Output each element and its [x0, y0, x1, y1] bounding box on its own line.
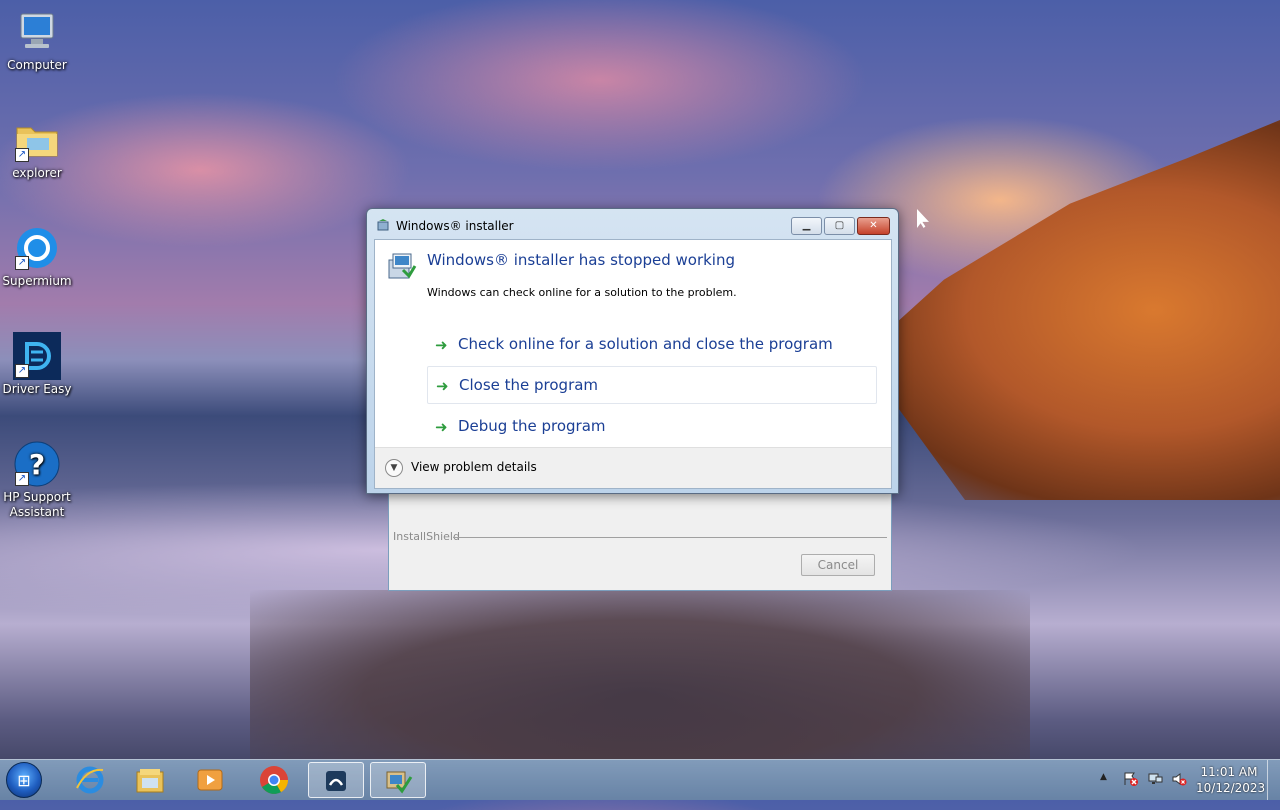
action-center-alert-icon[interactable] [1122, 771, 1140, 789]
computer-icon [13, 8, 61, 56]
cancel-button[interactable]: Cancel [801, 554, 875, 576]
taskbar-file-explorer[interactable] [122, 762, 178, 798]
option-debug-program[interactable]: ➜ Debug the program [427, 408, 877, 446]
folder-icon: ↗ [13, 116, 61, 164]
internet-explorer-icon [76, 766, 104, 794]
wallpaper-shore [250, 590, 1030, 760]
clock-time: 11:01 AM [1200, 765, 1258, 779]
show-hidden-icons-icon[interactable]: ▲ [1100, 772, 1107, 782]
option-close-program[interactable]: ➜ Close the program [427, 366, 877, 404]
details-bar: ▼ View problem details [375, 447, 891, 488]
driver-easy-icon: ↗ [13, 332, 61, 380]
shortcut-arrow-icon: ↗ [15, 364, 29, 378]
installshield-window: InstallShield Cancel [388, 488, 892, 591]
dialog-content: Windows® installer has stopped working W… [374, 239, 892, 489]
wallpaper-rocks [860, 120, 1280, 500]
dialog-titlebar[interactable]: Windows® installer ▁ ▢ ✕ [367, 209, 898, 239]
volume-muted-icon[interactable] [1170, 771, 1188, 789]
installer-app-icon [326, 771, 346, 791]
desktop-icon-label: Driver Easy [2, 382, 72, 396]
option-label: Close the program [459, 376, 599, 394]
start-button[interactable]: ⊞ [6, 762, 42, 798]
installshield-label: InstallShield [393, 530, 460, 543]
svg-text:?: ? [29, 448, 45, 481]
green-arrow-icon: ➜ [436, 377, 449, 395]
shortcut-arrow-icon: ↗ [15, 148, 29, 162]
option-label: Debug the program [458, 417, 606, 435]
chrome-icon [260, 766, 288, 794]
taskbar-internet-explorer[interactable] [62, 762, 118, 798]
dialog-subtext: Windows can check online for a solution … [427, 286, 737, 299]
help-icon: ? ↗ [13, 440, 61, 488]
browser-icon: ↗ [13, 224, 61, 272]
shortcut-arrow-icon: ↗ [15, 256, 29, 270]
media-player-icon [197, 769, 223, 791]
desktop-icon-driver-easy[interactable]: ↗ Driver Easy [0, 332, 74, 397]
dialog-title: Windows® installer [396, 219, 514, 233]
windows-installer-icon [386, 771, 413, 794]
error-dialog: Windows® installer ▁ ▢ ✕ Windows® instal… [366, 208, 899, 494]
chevron-down-icon[interactable]: ▼ [385, 459, 403, 477]
green-arrow-icon: ➜ [435, 418, 448, 436]
file-explorer-icon [136, 769, 164, 793]
minimize-button[interactable]: ▁ [791, 217, 822, 235]
installer-icon [376, 218, 390, 232]
desktop-icon-hp-support[interactable]: ? ↗ HP Support Assistant [0, 440, 74, 520]
desktop-icon-label: Computer [7, 58, 67, 72]
desktop-icon-label: HP Support Assistant [3, 490, 71, 519]
desktop-icon-label: explorer [12, 166, 62, 180]
desktop-icon-explorer[interactable]: ↗ explorer [0, 116, 74, 181]
green-arrow-icon: ➜ [435, 336, 448, 354]
desktop-icon-supermium[interactable]: ↗ Supermium [0, 224, 74, 289]
show-desktop-button[interactable] [1267, 760, 1280, 800]
option-label: Check online for a solution and close th… [458, 335, 833, 353]
taskbar-chrome[interactable] [246, 762, 302, 798]
taskbar-media-player[interactable] [182, 762, 238, 798]
network-icon[interactable] [1146, 771, 1164, 789]
shortcut-arrow-icon: ↗ [15, 472, 29, 486]
view-problem-details-link[interactable]: View problem details [411, 460, 537, 474]
installshield-divider [453, 537, 887, 538]
mouse-cursor-icon [917, 209, 929, 228]
maximize-button[interactable]: ▢ [824, 217, 855, 235]
dialog-heading: Windows® installer has stopped working [427, 251, 735, 269]
clock-date: 10/12/2023 [1196, 781, 1266, 795]
system-clock[interactable]: 11:01 AM 10/12/2023 [1196, 764, 1266, 796]
taskbar-windows-installer[interactable] [370, 762, 426, 798]
desktop-icon-computer[interactable]: Computer [0, 8, 74, 73]
close-button[interactable]: ✕ [857, 217, 890, 235]
taskbar: ⊞ ▲ 11:01 AM 10/12/2023 [0, 759, 1280, 800]
installer-package-icon [385, 250, 417, 282]
taskbar-installer-app[interactable] [308, 762, 364, 798]
desktop-icon-label: Supermium [2, 274, 72, 288]
option-check-online[interactable]: ➜ Check online for a solution and close … [427, 326, 877, 364]
windows-logo-icon: ⊞ [17, 771, 31, 790]
